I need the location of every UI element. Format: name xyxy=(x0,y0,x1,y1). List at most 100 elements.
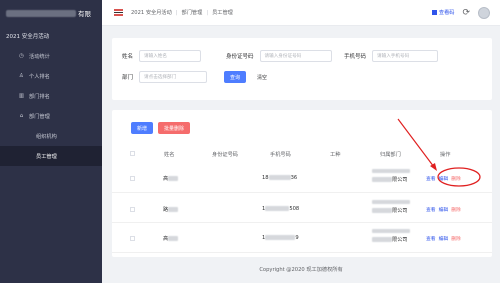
row-phone-prefix: 18 xyxy=(262,175,269,181)
redacted-text xyxy=(265,235,296,240)
breadcrumb-3: 员工管理 xyxy=(212,10,233,16)
name-input[interactable]: 请输入姓名 xyxy=(139,50,202,62)
redacted-text xyxy=(372,208,392,213)
view-link[interactable]: 查看 xyxy=(426,175,436,182)
dept-label: 部门 xyxy=(122,75,134,81)
brand-suffix: 有限 xyxy=(78,10,91,18)
row-phone-suffix: 36 xyxy=(290,175,298,181)
edit-link[interactable]: 编辑 xyxy=(439,175,449,182)
batch-delete-button[interactable]: 批量删除 xyxy=(158,122,190,134)
column-header-actions: 操作 xyxy=(440,152,451,158)
row-name-cell: 高 xyxy=(163,175,179,182)
redacted-text xyxy=(268,175,291,180)
qr-code-link[interactable]: 查看码 xyxy=(431,9,455,16)
row-dept-suffix: 限公司 xyxy=(392,237,408,243)
row-dept-cell: 限公司 xyxy=(372,200,410,214)
phone-label: 手机号码 xyxy=(344,54,367,60)
row-phone-suffix: 508 xyxy=(289,206,300,212)
breadcrumb-1[interactable]: 2021 安全月活动 xyxy=(131,9,172,16)
delete-link[interactable]: 删除 xyxy=(451,235,461,242)
column-header-id: 身份证号码 xyxy=(212,152,238,158)
select-all-checkbox[interactable] xyxy=(130,151,135,156)
app-root: 有限 2021 安全月活动 ◷ 活动统计 ♙ 个人排名 ▥ 部门排名 ⌂ 部门管… xyxy=(0,0,500,283)
redacted-text xyxy=(372,169,410,173)
column-header-name: 姓名 xyxy=(164,152,175,158)
breadcrumb-2[interactable]: 部门管理 xyxy=(182,9,203,16)
phone-field: 手机号码 请输入手机号码 xyxy=(344,50,439,62)
row-dept-cell: 限公司 xyxy=(372,229,410,243)
row-actions: 查看 编辑 删除 xyxy=(426,206,461,213)
redacted-text xyxy=(372,237,392,242)
refresh-icon[interactable]: ⟳ xyxy=(462,8,470,18)
row-checkbox[interactable] xyxy=(130,176,135,181)
query-button[interactable]: 查询 xyxy=(224,71,246,83)
menu-toggle-icon[interactable] xyxy=(114,9,123,16)
header-actions: 查看码 ⟳ xyxy=(431,6,500,19)
sidebar-item-dept-rank[interactable]: ▥ 部门排名 xyxy=(0,86,102,106)
breadcrumb-separator: | xyxy=(175,9,178,16)
sidebar-item-personal-rank[interactable]: ♙ 个人排名 xyxy=(0,66,102,86)
sidebar-item-label: 个人排名 xyxy=(29,73,50,80)
row-phone-cell: 19 xyxy=(262,235,299,241)
row-name-cell: 路 xyxy=(163,206,179,213)
sidebar-subitem-org[interactable]: 组织机构 xyxy=(0,126,102,146)
clear-button[interactable]: 清空 xyxy=(252,71,272,83)
top-header: 2021 安全月活动 | 部门管理 | 员工管理 查看码 ⟳ xyxy=(102,0,500,26)
row-phone-cell: 1 508 xyxy=(262,206,299,212)
view-link[interactable]: 查看 xyxy=(426,206,436,213)
sidebar-item-dept-manage[interactable]: ⌂ 部门管理 xyxy=(0,106,102,126)
sidebar: 有限 2021 安全月活动 ◷ 活动统计 ♙ 个人排名 ▥ 部门排名 ⌂ 部门管… xyxy=(0,0,102,283)
row-phone-suffix: 9 xyxy=(295,235,299,241)
sidebar-item-stats[interactable]: ◷ 活动统计 xyxy=(0,46,102,66)
row-phone-cell: 18 36 xyxy=(262,175,297,181)
clock-icon: ◷ xyxy=(19,53,24,59)
row-actions: 查看 编辑 删除 xyxy=(426,175,461,182)
delete-link[interactable]: 删除 xyxy=(451,206,461,213)
row-checkbox[interactable] xyxy=(130,236,135,241)
phone-input[interactable]: 请输入手机号码 xyxy=(372,50,439,62)
id-input[interactable]: 请输入身份证号码 xyxy=(259,50,332,62)
column-header-phone: 手机号码 xyxy=(270,152,291,158)
row-dept-suffix: 限公司 xyxy=(392,177,408,183)
sidebar-item-label: 部门排名 xyxy=(29,93,50,100)
brand: 有限 xyxy=(0,0,102,26)
delete-link[interactable]: 删除 xyxy=(451,175,461,182)
redacted-text xyxy=(372,229,410,233)
name-field: 姓名 请输入姓名 xyxy=(122,50,202,62)
search-panel xyxy=(112,38,492,100)
avatar[interactable] xyxy=(478,6,490,19)
redacted-text xyxy=(168,176,179,181)
redacted-text xyxy=(168,236,179,241)
edit-link[interactable]: 编辑 xyxy=(439,235,449,242)
row-dept-suffix: 限公司 xyxy=(392,208,408,214)
person-icon: ♙ xyxy=(19,73,24,79)
edit-link[interactable]: 编辑 xyxy=(439,206,449,213)
sidebar-item-label: 部门管理 xyxy=(29,113,50,120)
brand-name-redacted xyxy=(6,9,76,17)
redacted-text xyxy=(168,207,179,212)
sidebar-subitem-staff[interactable]: 员工管理 xyxy=(0,146,102,166)
column-header-job: 工种 xyxy=(330,152,341,158)
view-link[interactable]: 查看 xyxy=(426,235,436,242)
add-button[interactable]: 新增 xyxy=(131,122,153,134)
redacted-text xyxy=(265,206,290,211)
qr-code-label: 查看码 xyxy=(438,10,455,16)
footer-copyright: Copyright @2020 现工加德权所有 xyxy=(259,267,343,273)
column-header-dept: 归属部门 xyxy=(380,152,401,158)
breadcrumb-separator: | xyxy=(206,9,209,16)
qr-code-icon xyxy=(431,10,437,15)
sidebar-item-label: 活动统计 xyxy=(29,53,50,60)
row-checkbox[interactable] xyxy=(130,207,135,212)
sidebar-item-activity[interactable]: 2021 安全月活动 xyxy=(0,26,102,46)
name-label: 姓名 xyxy=(122,54,134,60)
row-dept-cell: 限公司 xyxy=(372,169,410,183)
dept-select[interactable]: 请点击选择部门 xyxy=(139,71,208,83)
dept-field: 部门 请点击选择部门 xyxy=(122,71,208,83)
redacted-text xyxy=(372,200,410,204)
row-actions: 查看 编辑 删除 xyxy=(426,235,461,242)
id-label: 身份证号码 xyxy=(226,54,254,60)
id-field: 身份证号码 请输入身份证号码 xyxy=(226,50,332,62)
home-icon: ⌂ xyxy=(19,113,24,119)
redacted-text xyxy=(372,177,392,182)
bar-chart-icon: ▥ xyxy=(18,93,25,99)
